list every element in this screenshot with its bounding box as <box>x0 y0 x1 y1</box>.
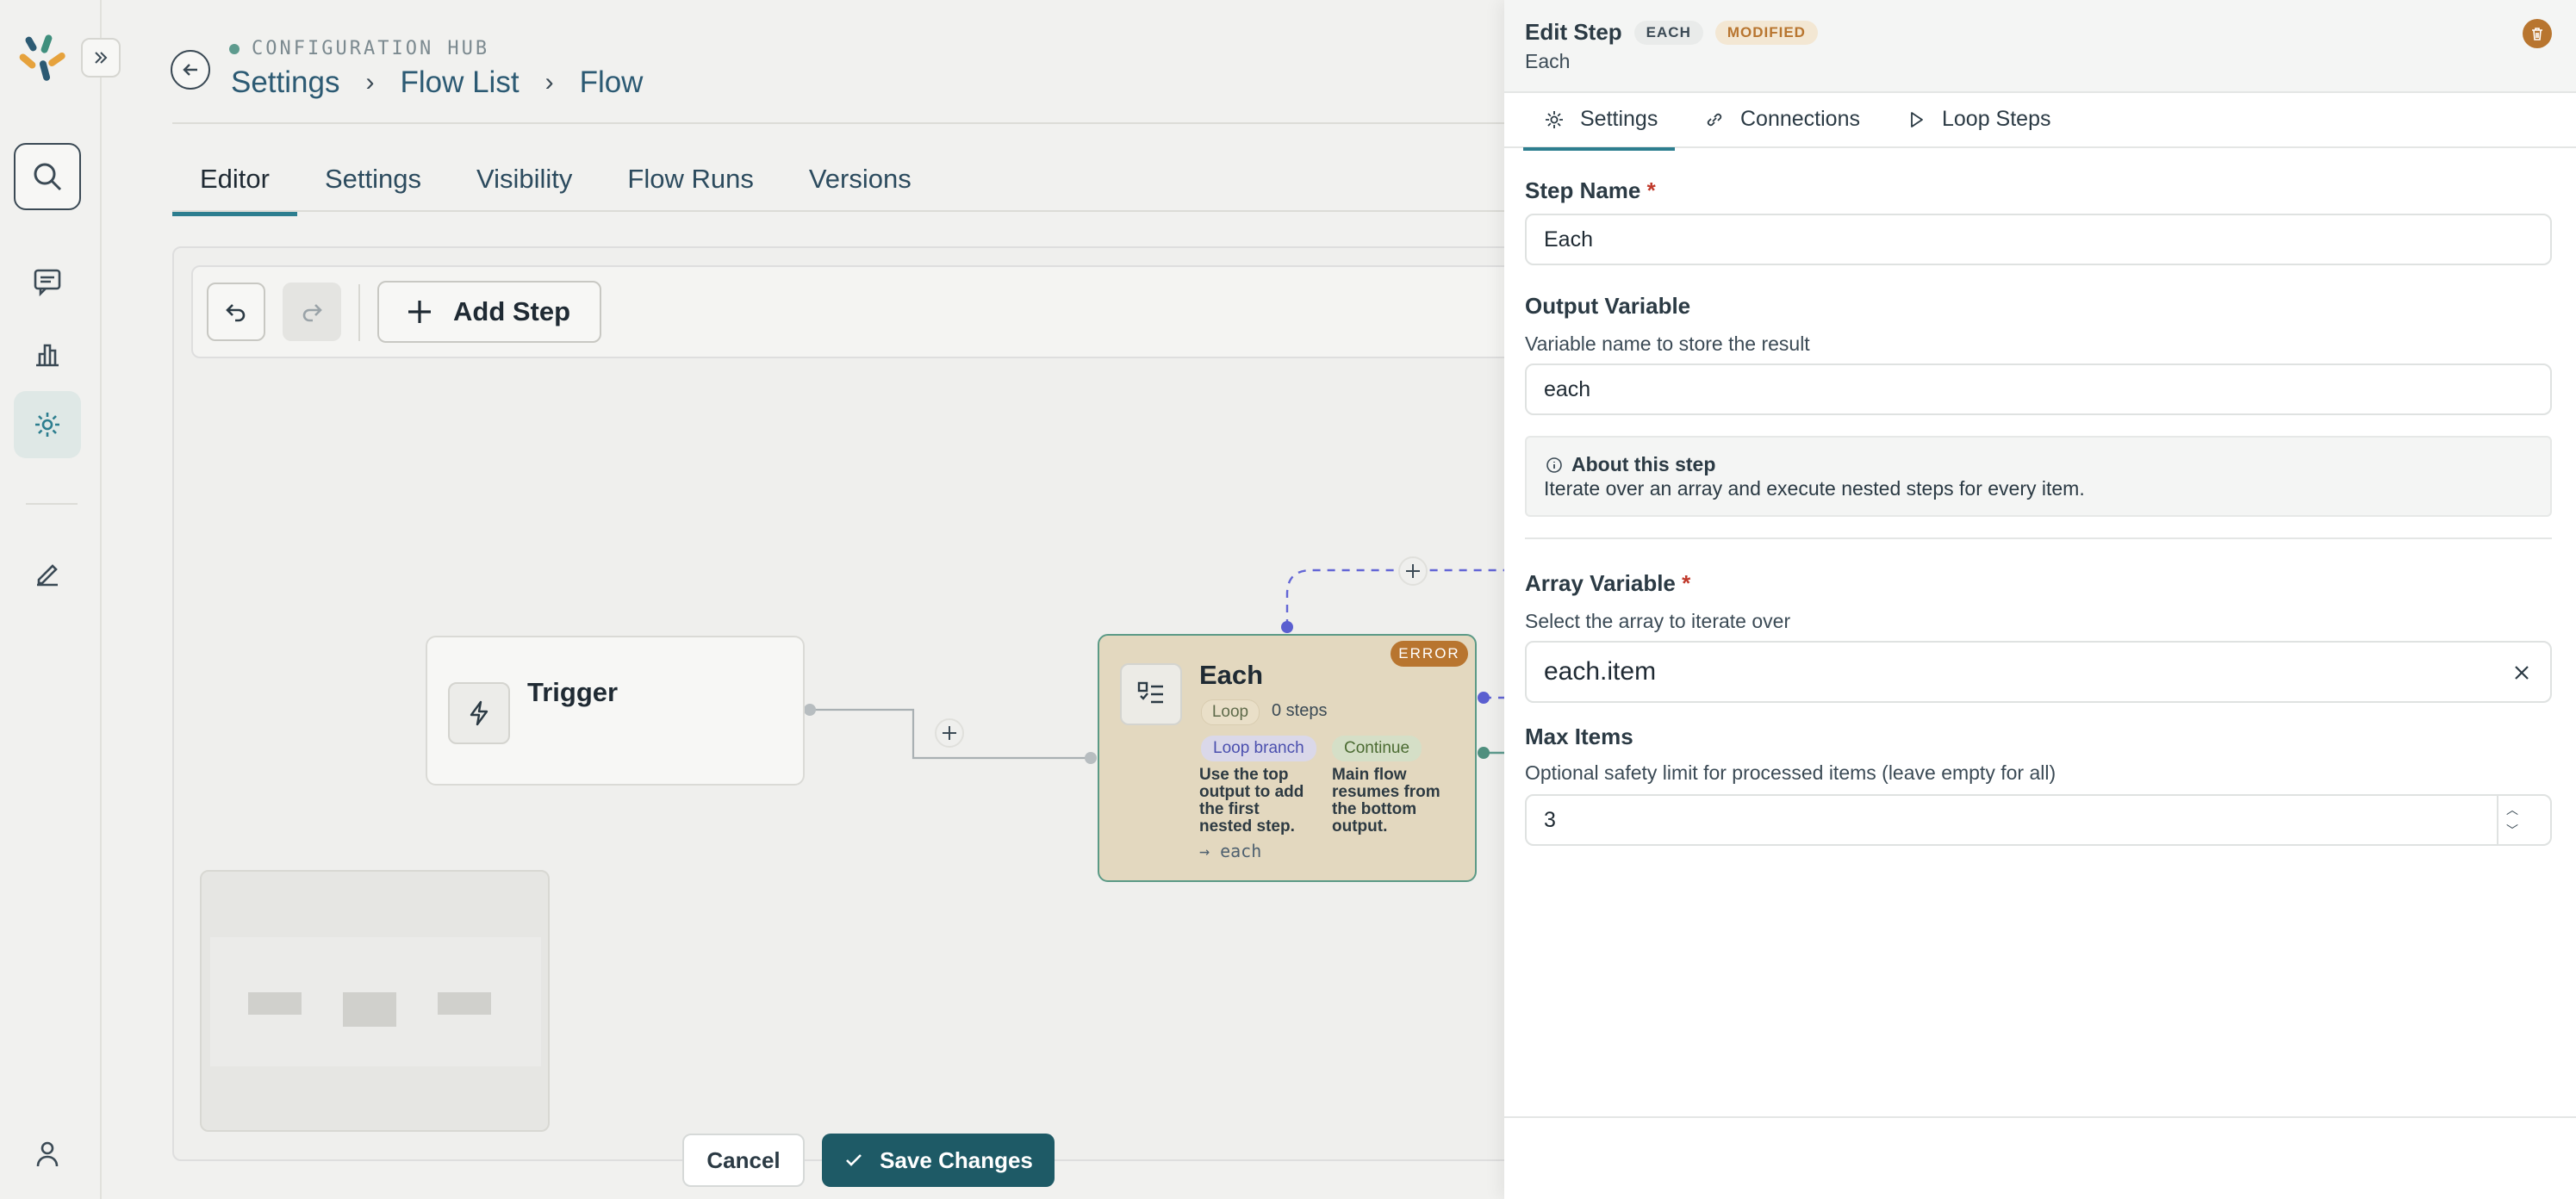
output-variable-label: Output Variable <box>1525 293 1691 319</box>
step-type-badge: EACH <box>1633 20 1703 45</box>
minimap-node <box>248 992 302 1015</box>
each-continue-handle[interactable] <box>1478 747 1490 759</box>
trigger-node-title: Trigger <box>527 677 619 707</box>
save-changes-label: Save Changes <box>880 1146 1033 1173</box>
number-stepper[interactable]: ︿ ﹀ <box>2497 796 2526 844</box>
array-variable-label: Array Variable * <box>1525 570 1690 597</box>
required-marker: * <box>1682 570 1691 596</box>
panel-subtitle: Each <box>1525 50 1571 72</box>
cancel-button[interactable]: Cancel <box>682 1134 805 1187</box>
each-loop-output-handle[interactable] <box>1478 692 1490 704</box>
expand-sidebar-button[interactable] <box>81 38 121 78</box>
lightning-icon <box>470 700 488 726</box>
trash-icon <box>2532 28 2542 40</box>
double-chevron-right-icon <box>95 52 108 64</box>
max-items-input[interactable]: 3 ︿ ﹀ <box>1525 794 2552 846</box>
add-loop-step-button[interactable] <box>1398 556 1428 586</box>
tab-step-settings-label: Settings <box>1580 107 1658 131</box>
about-step-title-text: About this step <box>1571 453 1716 475</box>
panel-footer <box>1504 1116 2576 1199</box>
loop-branch-pill: Loop branch <box>1201 736 1316 761</box>
loop-branch-line: output to add <box>1199 783 1304 801</box>
loop-branch-line: nested step. <box>1199 817 1295 836</box>
panel-header: Edit Step EACH MODIFIED Each <box>1504 0 2576 93</box>
info-icon <box>1546 457 1562 473</box>
step-name-input[interactable]: Each <box>1525 214 2552 265</box>
continue-line: output. <box>1332 817 1388 836</box>
panel-title-text: Edit Step <box>1525 19 1622 45</box>
play-icon <box>1911 111 1923 127</box>
output-variable-label: → each <box>1199 841 1262 861</box>
array-variable-select[interactable]: each.item <box>1525 641 2552 703</box>
plus-icon <box>1406 564 1420 578</box>
save-changes-button[interactable]: Save Changes <box>822 1134 1055 1187</box>
steps-count: 0 steps <box>1272 701 1328 720</box>
delete-step-button[interactable] <box>2523 19 2552 48</box>
status-badge: ERROR <box>1391 641 1468 667</box>
plus-icon <box>943 726 956 740</box>
minimap[interactable] <box>200 870 550 1132</box>
max-items-label: Max Items <box>1525 724 1633 749</box>
step-name-label-text: Step Name <box>1525 177 1641 203</box>
tab-step-settings[interactable]: Settings <box>1522 107 1676 151</box>
chevron-down-icon[interactable]: ﹀ <box>2506 820 2518 841</box>
tab-connections[interactable]: Connections <box>1704 107 1860 132</box>
check-icon <box>846 1154 862 1166</box>
loop-branch-line: the first <box>1199 800 1260 818</box>
each-loop-handle[interactable] <box>1281 621 1293 633</box>
link-icon <box>1707 113 1722 126</box>
about-step-text: Iterate over an array and execute nested… <box>1544 477 2085 500</box>
loop-branch-description: Use the top output to add the first nest… <box>1199 767 1304 836</box>
output-variable-hint: Variable name to store the result <box>1525 332 1810 355</box>
loop-type-pill: Loop <box>1201 699 1260 725</box>
continue-line: resumes from <box>1332 783 1440 801</box>
each-node-title: Each <box>1199 660 1264 690</box>
trigger-output-handle[interactable] <box>804 704 816 716</box>
loop-edge <box>1285 568 1504 627</box>
continue-line: the bottom <box>1332 800 1417 818</box>
continue-pill: Continue <box>1332 736 1422 761</box>
minimap-node <box>343 992 396 1027</box>
panel-tabs: Settings Connections Loop Steps <box>1504 95 2576 151</box>
array-variable-hint: Select the array to iterate over <box>1525 610 1791 632</box>
about-step-title: About this step <box>1546 453 1715 476</box>
each-input-handle[interactable] <box>1085 752 1097 764</box>
step-name-label: Step Name * <box>1525 177 1656 204</box>
tab-loop-steps[interactable]: Loop Steps <box>1906 107 2051 132</box>
continue-line: Main flow <box>1332 766 1407 784</box>
panel-title: Edit Step EACH MODIFIED <box>1525 19 1818 46</box>
each-node-icon <box>1120 663 1182 725</box>
tab-loop-steps-label: Loop Steps <box>1942 107 2051 131</box>
output-variable-input[interactable]: each <box>1525 363 2552 415</box>
add-between-button[interactable] <box>935 718 964 748</box>
section-divider <box>1525 537 2552 539</box>
gear-icon <box>1546 110 1563 128</box>
tab-connections-label: Connections <box>1740 107 1860 131</box>
chevron-up-icon[interactable]: ︿ <box>2506 799 2518 820</box>
modified-badge: MODIFIED <box>1714 20 1818 45</box>
loop-branch-line: Use the top <box>1199 766 1289 784</box>
continue-description: Main flow resumes from the bottom output… <box>1332 767 1440 836</box>
array-variable-label-text: Array Variable <box>1525 570 1676 596</box>
required-marker: * <box>1646 177 1656 203</box>
close-icon[interactable] <box>2512 663 2531 682</box>
about-step-box: About this step Iterate over an array an… <box>1525 436 2552 517</box>
edit-step-panel: Edit Step EACH MODIFIED Each Settings Co… <box>1504 0 2576 1199</box>
array-variable-value: each.item <box>1544 657 1657 686</box>
trigger-node-icon <box>448 682 510 744</box>
max-items-hint: Optional safety limit for processed item… <box>1525 761 2056 784</box>
max-items-value: 3 <box>1544 807 1556 832</box>
minimap-node <box>438 992 491 1015</box>
list-icon <box>1137 681 1163 704</box>
